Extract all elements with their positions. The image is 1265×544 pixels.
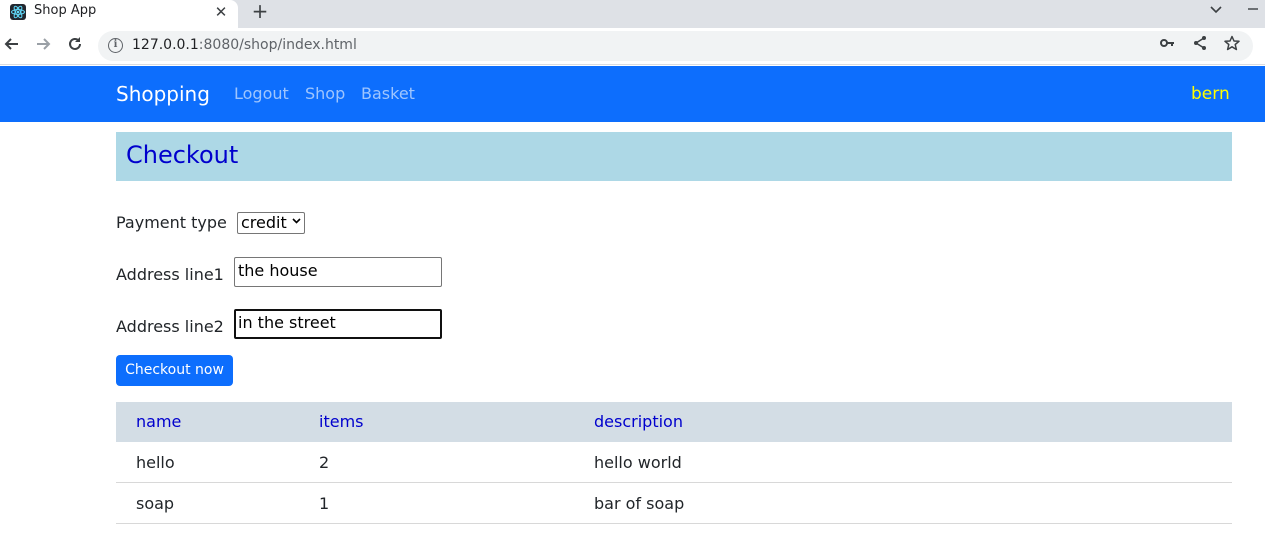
browser-toolbar: i 127.0.0.1:8080/shop/index.html: [0, 28, 1265, 65]
chevron-down-icon: [292, 213, 301, 233]
share-icon[interactable]: [1189, 35, 1211, 57]
address-line2-label: Address line2: [116, 317, 224, 336]
nav-link-basket[interactable]: Basket: [361, 84, 415, 103]
bookmark-star-icon[interactable]: [1221, 35, 1243, 57]
navbar-username: bern: [1191, 84, 1230, 104]
cell-items: 1: [319, 494, 330, 513]
page-title: Checkout: [126, 141, 239, 169]
address-line1-input[interactable]: the house: [234, 257, 442, 287]
payment-type-label: Payment type: [116, 213, 227, 232]
window-minimize-icon[interactable]: [1247, 0, 1261, 20]
back-arrow-icon[interactable]: [1, 35, 23, 57]
table-row: hello 2 hello world: [116, 442, 1232, 483]
table-row: soap 1 bar of soap: [116, 483, 1232, 524]
nav-link-shop[interactable]: Shop: [305, 84, 345, 103]
address-line2-input[interactable]: in the street: [234, 309, 442, 339]
tab-close-icon[interactable]: ✕: [211, 2, 231, 22]
checkout-header: Checkout: [116, 132, 1232, 181]
table-header-row: name items description: [116, 402, 1232, 442]
cell-name: soap: [136, 494, 175, 513]
app-navbar: Shopping Logout Shop Basket bern: [0, 66, 1265, 122]
address-bar[interactable]: i 127.0.0.1:8080/shop/index.html: [98, 31, 1253, 61]
address-line1-label: Address line1: [116, 265, 224, 284]
payment-type-select[interactable]: credit: [237, 212, 305, 234]
cell-name: hello: [136, 453, 175, 472]
tab-search-chevron-icon[interactable]: [1207, 2, 1225, 22]
tab-title: Shop App: [34, 3, 97, 18]
cell-items: 2: [319, 453, 330, 472]
browser-tabstrip: Shop App ✕ +: [0, 0, 1265, 28]
nav-link-logout[interactable]: Logout: [234, 84, 289, 103]
checkout-now-button[interactable]: Checkout now: [116, 355, 233, 386]
column-header-description[interactable]: description: [594, 412, 683, 431]
cell-description: bar of soap: [594, 494, 685, 513]
basket-table: name items description hello 2 hello wor…: [116, 402, 1232, 524]
reload-icon[interactable]: [64, 35, 86, 57]
url-text[interactable]: 127.0.0.1:8080/shop/index.html: [132, 37, 357, 53]
new-tab-icon[interactable]: +: [250, 0, 270, 22]
column-header-name[interactable]: name: [136, 412, 181, 431]
key-icon[interactable]: [1156, 35, 1178, 57]
forward-arrow-icon[interactable]: [32, 35, 54, 57]
browser-tab[interactable]: Shop App ✕: [0, 0, 238, 28]
cell-description: hello world: [594, 453, 682, 472]
navbar-brand[interactable]: Shopping: [116, 82, 210, 106]
react-logo-icon: [10, 4, 26, 20]
site-info-icon[interactable]: i: [108, 38, 123, 53]
payment-type-value: credit: [241, 213, 287, 232]
column-header-items[interactable]: items: [319, 412, 363, 431]
